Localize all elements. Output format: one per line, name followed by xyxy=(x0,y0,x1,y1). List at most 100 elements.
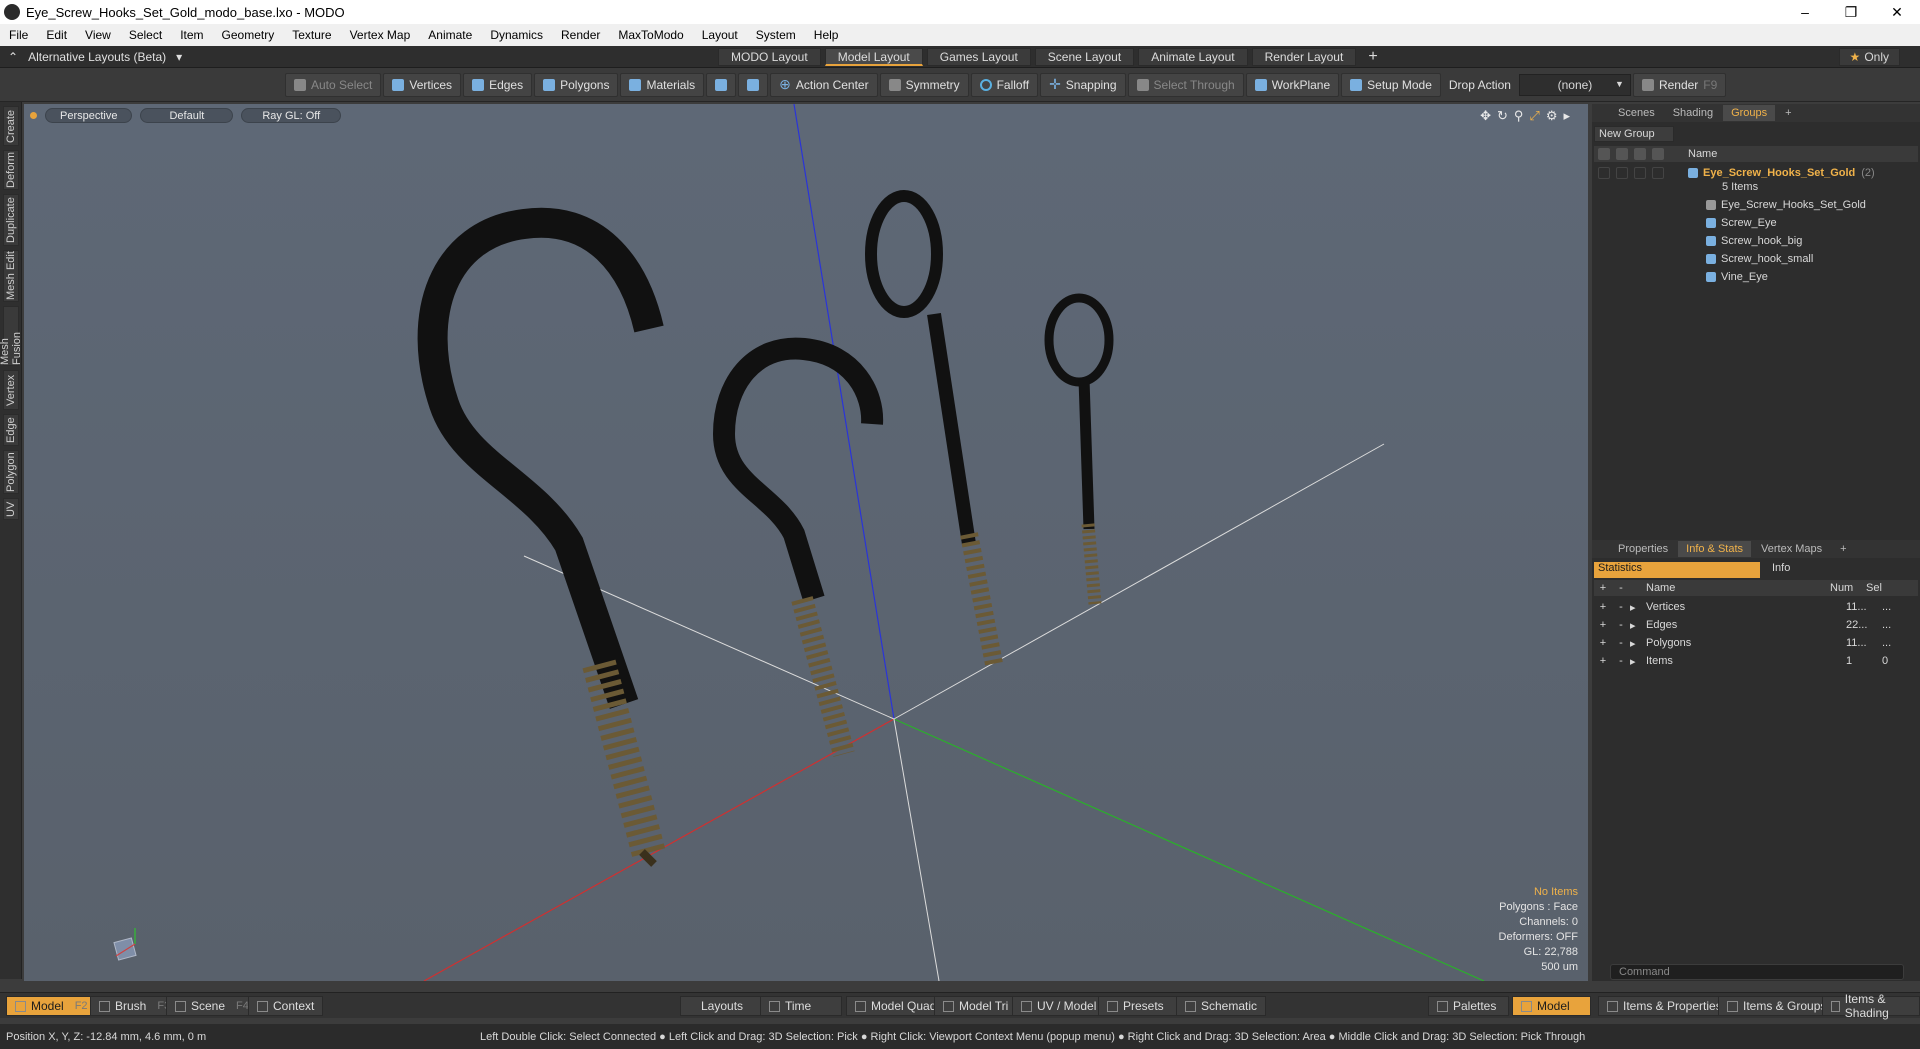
sidetab-vertex[interactable]: Vertex xyxy=(3,370,19,410)
close-icon[interactable]: ✕ xyxy=(1874,0,1920,24)
item-mode-button[interactable] xyxy=(706,72,737,97)
menu-dynamics[interactable]: Dynamics xyxy=(481,28,552,42)
stats-row[interactable]: + - ▸ Items 1 0 xyxy=(1594,652,1918,670)
stats-row[interactable]: + - ▸ Edges 22...... xyxy=(1594,616,1918,634)
tab-groups[interactable]: Groups xyxy=(1723,105,1776,121)
render-button[interactable]: Render F9 xyxy=(1632,72,1727,97)
group-item[interactable]: Screw_hook_small xyxy=(1594,250,1918,268)
alternative-layouts-dropdown[interactable]: ⌃ Alternative Layouts (Beta) ▾ xyxy=(8,50,182,64)
uv-model-button[interactable]: UV / Model xyxy=(1012,996,1106,1016)
shading-style-button[interactable]: Default xyxy=(140,108,234,123)
expand-arrow-icon[interactable]: ▸ xyxy=(1563,108,1570,124)
command-input[interactable]: Command xyxy=(1610,964,1904,980)
snapping-button[interactable]: ✛ Snapping xyxy=(1040,72,1126,97)
subtab-statistics[interactable]: Statistics xyxy=(1594,562,1760,578)
items-properties-button[interactable]: Items & Properties xyxy=(1598,996,1731,1016)
add-tab-icon[interactable]: + xyxy=(1777,105,1799,121)
model-quad-button[interactable]: Model Quad xyxy=(846,996,946,1016)
palettes-button[interactable]: Palettes xyxy=(1428,996,1510,1016)
items-shading-button[interactable]: Items & Shading xyxy=(1822,992,1920,1020)
vertices-button[interactable]: Vertices xyxy=(383,72,462,97)
falloff-button[interactable]: Falloff xyxy=(970,72,1039,97)
sidetab-edge[interactable]: Edge xyxy=(3,414,19,446)
tab-games-layout[interactable]: Games Layout xyxy=(926,48,1031,66)
3d-viewport[interactable]: Perspective Default Ray GL: Off ✥ ↻ ⚲ ⤢ … xyxy=(24,104,1588,981)
presets-button[interactable]: Presets xyxy=(1098,996,1185,1016)
only-button[interactable]: ★ Only xyxy=(1838,48,1900,66)
menu-select[interactable]: Select xyxy=(120,28,171,42)
action-center-button[interactable]: ⊕ Action Center xyxy=(770,72,878,97)
menu-help[interactable]: Help xyxy=(805,28,848,42)
scene-mode-button[interactable]: Scene F4 xyxy=(166,996,258,1016)
lock-icon[interactable] xyxy=(1616,167,1628,179)
model-mode-button[interactable]: Model F2 xyxy=(6,996,97,1016)
sidetab-mesh-fusion[interactable]: Mesh Fusion xyxy=(0,306,23,366)
drop-action-select[interactable]: (none) ▼ xyxy=(1518,73,1631,96)
group-item[interactable]: Eye_Screw_Hooks_Set_Gold xyxy=(1594,196,1918,214)
render-toggle-icon[interactable] xyxy=(1652,148,1664,160)
subtab-info[interactable]: Info xyxy=(1760,562,1790,578)
tab-shading[interactable]: Shading xyxy=(1665,105,1721,121)
auto-select-button[interactable]: Auto Select xyxy=(285,72,382,97)
expand-icon[interactable]: + xyxy=(1594,637,1612,649)
eye-icon[interactable] xyxy=(1598,167,1610,179)
items-groups-button[interactable]: Items & Groups xyxy=(1718,996,1836,1016)
model-right-button[interactable]: Model xyxy=(1512,996,1591,1016)
sidetab-deform[interactable]: Deform xyxy=(3,150,19,190)
sidetab-mesh-edit[interactable]: Mesh Edit xyxy=(3,250,19,302)
workplane-button[interactable]: WorkPlane xyxy=(1245,72,1340,97)
select-icon[interactable] xyxy=(1634,148,1646,160)
tab-vertex-maps[interactable]: Vertex Maps xyxy=(1753,541,1830,557)
tab-model-layout[interactable]: Model Layout xyxy=(824,48,923,66)
expand-all-icon[interactable]: + xyxy=(1594,582,1612,594)
collapse-icon[interactable]: - xyxy=(1612,655,1630,667)
model-tri-button[interactable]: Model Tri xyxy=(934,996,1018,1016)
group-item[interactable]: Screw_Eye xyxy=(1594,214,1918,232)
expand-icon[interactable]: + xyxy=(1594,655,1612,667)
tab-render-layout[interactable]: Render Layout xyxy=(1251,48,1357,66)
stats-row[interactable]: + - ▸ Vertices 11...... xyxy=(1594,598,1918,616)
collapse-icon[interactable]: - xyxy=(1612,601,1630,613)
tab-scenes[interactable]: Scenes xyxy=(1610,105,1663,121)
triangle-right-icon[interactable]: ▸ xyxy=(1630,637,1646,650)
collapse-all-icon[interactable]: - xyxy=(1612,582,1630,594)
add-tab-icon[interactable]: + xyxy=(1832,541,1854,557)
select-icon[interactable] xyxy=(1634,167,1646,179)
triangle-right-icon[interactable]: ▸ xyxy=(1630,655,1646,668)
edges-button[interactable]: Edges xyxy=(463,72,533,97)
select-through-button[interactable]: Select Through xyxy=(1127,72,1244,97)
pivot-mode-button[interactable] xyxy=(738,72,769,97)
setup-mode-button[interactable]: Setup Mode xyxy=(1341,72,1441,97)
gear-icon[interactable]: ⚙ xyxy=(1546,108,1558,124)
fit-icon[interactable]: ⤢ xyxy=(1529,108,1539,124)
sidetab-polygon[interactable]: Polygon xyxy=(3,450,19,494)
menu-animate[interactable]: Animate xyxy=(419,28,481,42)
time-button[interactable]: Time xyxy=(760,996,843,1016)
sidetab-duplicate[interactable]: Duplicate xyxy=(3,194,19,246)
menu-edit[interactable]: Edit xyxy=(37,28,76,42)
zoom-icon[interactable]: ⚲ xyxy=(1514,108,1524,124)
restore-icon[interactable]: ❐ xyxy=(1828,0,1874,24)
tab-modo-layout[interactable]: MODO Layout xyxy=(718,48,821,66)
materials-button[interactable]: Materials xyxy=(620,72,705,97)
polygons-button[interactable]: Polygons xyxy=(534,72,619,97)
group-item[interactable]: Screw_hook_big xyxy=(1594,232,1918,250)
viewport-menu-dot-icon[interactable] xyxy=(30,112,37,119)
menu-render[interactable]: Render xyxy=(552,28,609,42)
menu-file[interactable]: File xyxy=(0,28,37,42)
sidetab-uv[interactable]: UV xyxy=(3,498,19,520)
tab-scene-layout[interactable]: Scene Layout xyxy=(1034,48,1135,66)
pan-icon[interactable]: ✥ xyxy=(1480,108,1491,124)
tab-animate-layout[interactable]: Animate Layout xyxy=(1138,48,1248,66)
tab-info-stats[interactable]: Info & Stats xyxy=(1678,541,1752,557)
triangle-right-icon[interactable]: ▸ xyxy=(1630,601,1646,614)
layouts-button[interactable]: Layouts xyxy=(680,996,765,1016)
minimize-icon[interactable]: – xyxy=(1782,0,1828,24)
sidetab-create[interactable]: Create xyxy=(3,106,19,146)
tab-properties[interactable]: Properties xyxy=(1610,541,1676,557)
collapse-icon[interactable]: - xyxy=(1612,619,1630,631)
symmetry-button[interactable]: Symmetry xyxy=(879,72,969,97)
eye-icon[interactable] xyxy=(1598,148,1610,160)
view-type-button[interactable]: Perspective xyxy=(45,108,133,123)
layout-collapse-icon[interactable]: ⌃ xyxy=(8,50,18,64)
